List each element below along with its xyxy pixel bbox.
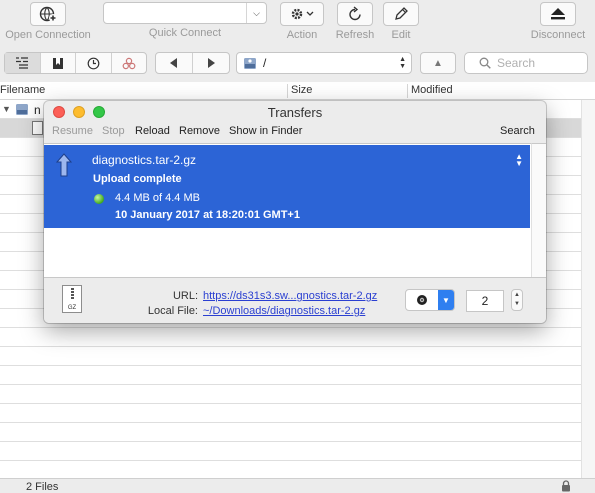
remove-button[interactable]: Remove <box>179 125 220 137</box>
bandwidth-selector[interactable]: ▼ <box>405 289 455 311</box>
search-icon <box>479 57 491 69</box>
parent-directory-button[interactable]: ▲ <box>420 52 456 74</box>
transfer-item[interactable]: diagnostics.tar-2.gz Upload complete 4.4… <box>44 145 530 228</box>
search-placeholder: Search <box>497 56 536 70</box>
table-row <box>0 328 581 347</box>
browser-column-headers: Filename Size Modified <box>0 82 595 100</box>
main-toolbar: Open Connection ⌵ Quick Connect Action R… <box>0 0 595 44</box>
transfers-scrollbar[interactable] <box>531 143 546 277</box>
status-ok-icon <box>94 194 104 204</box>
chevron-updown-icon[interactable]: ▲ ▼ <box>515 153 523 168</box>
table-row <box>0 461 581 478</box>
connections-field[interactable]: 2 <box>466 290 504 312</box>
local-file-label: Local File: <box>147 305 198 317</box>
drive-icon <box>244 57 256 69</box>
pencil-icon <box>383 2 419 26</box>
refresh-icon <box>337 2 373 26</box>
column-size[interactable]: Size <box>291 84 312 96</box>
transfers-titlebar[interactable]: Transfers <box>44 101 546 123</box>
url-link[interactable]: https://ds31s3.sw...gnostics.tar-2.gz <box>203 290 377 302</box>
status-bar: 2 Files <box>0 478 595 493</box>
table-row <box>0 385 581 404</box>
forward-arrow-icon[interactable] <box>193 53 229 73</box>
gear-icon <box>280 2 324 26</box>
chevron-down-icon: ▼ <box>438 290 454 310</box>
disconnect-button[interactable]: Disconnect <box>526 2 590 41</box>
column-modified[interactable]: Modified <box>411 84 453 96</box>
resume-button[interactable]: Resume <box>52 125 93 137</box>
transfer-status: Upload complete <box>93 173 182 185</box>
drive-icon <box>16 104 28 115</box>
history-navigation <box>155 52 230 74</box>
bandwidth-icon <box>406 290 438 310</box>
gz-archive-icon: GZ <box>62 285 82 313</box>
transfer-details: GZ URL: https://ds31s3.sw...gnostics.tar… <box>44 277 546 323</box>
table-row <box>0 347 581 366</box>
browser-scrollbar[interactable] <box>581 100 595 478</box>
chevron-updown-icon: ▲ ▼ <box>399 56 406 70</box>
close-window-button[interactable] <box>53 106 65 118</box>
back-arrow-icon[interactable] <box>156 53 193 73</box>
minimize-window-button[interactable] <box>73 106 85 118</box>
show-in-finder-button[interactable]: Show in Finder <box>229 125 302 137</box>
table-row <box>0 404 581 423</box>
disclosure-triangle-icon[interactable]: ▼ <box>2 104 11 114</box>
transfer-progress: 4.4 MB of 4.4 MB <box>115 192 200 204</box>
history-icon[interactable] <box>76 53 112 73</box>
stop-button[interactable]: Stop <box>102 125 125 137</box>
globe-plus-icon <box>30 2 66 26</box>
browser-view-icon[interactable] <box>5 53 41 73</box>
eject-icon <box>540 2 576 26</box>
open-connection-label: Open Connection <box>5 29 91 41</box>
refresh-label: Refresh <box>335 29 375 41</box>
transfers-list: diagnostics.tar-2.gz Upload complete 4.4… <box>44 143 531 277</box>
path-selector[interactable]: / ▲ ▼ <box>236 52 412 74</box>
transfer-date: 10 January 2017 at 18:20:01 GMT+1 <box>115 209 300 221</box>
chevron-down-icon[interactable]: ⌵ <box>246 3 266 23</box>
bonjour-icon[interactable] <box>112 53 147 73</box>
navigation-bar: / ▲ ▼ ▲ Search <box>0 50 595 78</box>
local-file-link[interactable]: ~/Downloads/diagnostics.tar-2.gz <box>203 305 365 317</box>
open-connection-button[interactable]: Open Connection <box>5 2 91 41</box>
transfers-search-button[interactable]: Search <box>500 125 535 137</box>
transfers-toolbar: Resume Stop Reload Remove Show in Finder… <box>44 123 546 141</box>
upload-arrow-icon <box>56 153 72 177</box>
row-filename: n <box>34 103 41 117</box>
lock-icon <box>562 480 570 492</box>
action-label: Action <box>286 29 318 41</box>
up-arrow-icon: ▲ <box>433 57 443 69</box>
table-row <box>0 423 581 442</box>
reload-button[interactable]: Reload <box>135 125 170 137</box>
url-label: URL: <box>172 290 198 302</box>
action-button[interactable]: Action <box>279 2 325 41</box>
file-icon <box>32 121 43 135</box>
file-icon-label: GZ <box>67 305 77 311</box>
disconnect-label: Disconnect <box>530 29 586 41</box>
edit-label: Edit <box>391 29 411 41</box>
transfers-window: Transfers Resume Stop Reload Remove Show… <box>44 101 546 323</box>
quick-connect-combo[interactable]: ⌵ <box>103 2 267 24</box>
quick-connect: ⌵ Quick Connect <box>103 2 267 39</box>
transfer-filename: diagnostics.tar-2.gz <box>92 153 197 167</box>
file-count: 2 Files <box>26 481 59 493</box>
connections-stepper[interactable]: ▲ ▼ <box>511 289 523 311</box>
table-row <box>0 442 581 461</box>
view-mode-segment <box>4 52 147 74</box>
quick-connect-label: Quick Connect <box>148 27 222 39</box>
path-value: / <box>263 56 267 70</box>
transfers-title: Transfers <box>267 104 323 120</box>
refresh-button[interactable]: Refresh <box>336 2 374 41</box>
table-row <box>0 366 581 385</box>
bookmarks-icon[interactable] <box>41 53 76 73</box>
zoom-window-button[interactable] <box>93 106 105 118</box>
search-field[interactable]: Search <box>464 52 588 74</box>
column-filename[interactable]: Filename <box>0 84 45 96</box>
window-controls <box>53 106 105 118</box>
edit-button[interactable]: Edit <box>382 2 420 41</box>
